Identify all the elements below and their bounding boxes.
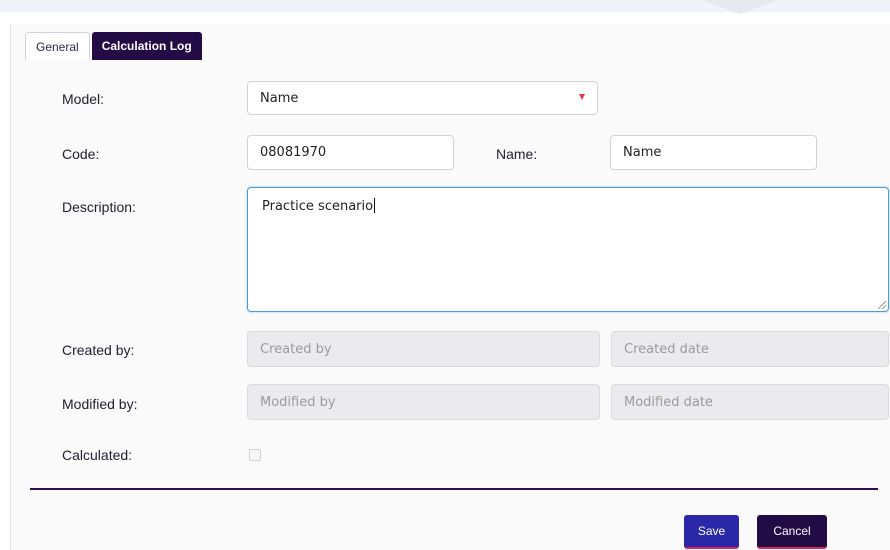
description-textarea[interactable]: Practice scenario	[247, 187, 889, 312]
model-select-value: Name	[260, 90, 299, 106]
created-by-input: Created by	[247, 331, 600, 367]
created-date-placeholder: Created date	[624, 341, 709, 357]
description-label: Description:	[62, 199, 136, 215]
save-button[interactable]: Save	[684, 515, 739, 549]
created-by-label: Created by:	[62, 342, 135, 358]
text-caret	[374, 198, 376, 213]
code-label: Code:	[62, 146, 100, 162]
top-notch	[700, 0, 780, 14]
tab-general[interactable]: General	[25, 32, 90, 60]
description-value: Practice scenario	[262, 199, 374, 214]
name-input-placeholder: Name	[623, 145, 662, 160]
modified-date-input: Modified date	[611, 384, 889, 420]
resize-grip-icon[interactable]	[878, 301, 886, 309]
name-label: Name:	[496, 146, 538, 162]
dropdown-arrow-icon	[579, 94, 585, 100]
calculated-label: Calculated:	[62, 447, 133, 463]
top-strip	[0, 0, 890, 14]
created-date-input: Created date	[611, 331, 889, 367]
modified-by-placeholder: Modified by	[260, 394, 336, 410]
modified-by-input: Modified by	[247, 384, 600, 420]
code-input[interactable]: 08081970	[247, 135, 454, 170]
created-by-placeholder: Created by	[260, 341, 332, 357]
tab-bar: General Calculation Log	[25, 32, 202, 60]
modified-date-placeholder: Modified date	[624, 394, 713, 410]
modified-by-label: Modified by:	[62, 396, 138, 412]
tab-calculation-log[interactable]: Calculation Log	[91, 32, 202, 60]
model-select[interactable]: Name	[247, 81, 598, 115]
calculated-checkbox[interactable]	[249, 449, 261, 461]
form-divider	[30, 488, 878, 490]
code-input-value: 08081970	[260, 145, 327, 160]
model-label: Model:	[62, 91, 105, 107]
name-input[interactable]: Name	[610, 135, 817, 170]
cancel-button[interactable]: Cancel	[757, 515, 827, 549]
